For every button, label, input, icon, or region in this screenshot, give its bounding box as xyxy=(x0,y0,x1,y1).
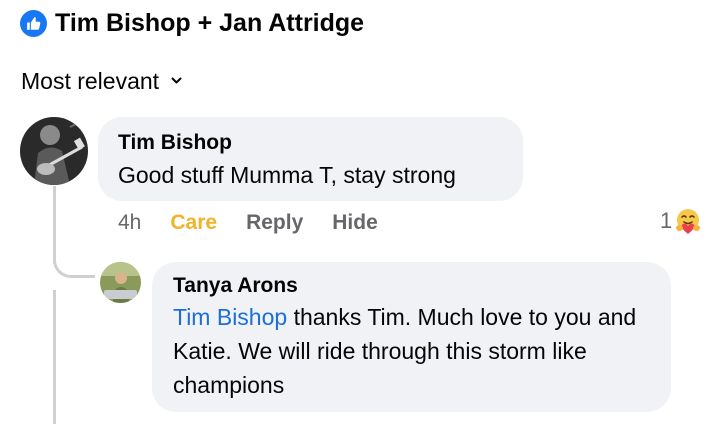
reply-bubble: Tanya Arons Tim Bishop thanks Tim. Much … xyxy=(152,262,671,412)
post-header: Tim Bishop + Jan Attridge xyxy=(20,8,364,38)
sort-label: Most relevant xyxy=(21,67,160,94)
reaction-button[interactable]: Care xyxy=(170,211,217,235)
hide-button[interactable]: Hide xyxy=(332,211,378,235)
comment-text: Tim Bishop thanks Tim. Much love to you … xyxy=(173,300,651,402)
reply-button[interactable]: Reply xyxy=(246,211,303,235)
avatar[interactable] xyxy=(100,262,141,303)
avatar[interactable] xyxy=(20,117,88,185)
sort-dropdown[interactable]: Most relevant xyxy=(21,66,182,96)
reactors-title[interactable]: Tim Bishop + Jan Attridge xyxy=(55,9,364,38)
mention-link[interactable]: Tim Bishop xyxy=(173,304,287,330)
comment-bubble: Tim Bishop Good stuff Mumma T, stay stro… xyxy=(98,117,523,201)
thread-connector xyxy=(53,248,95,278)
comment-author[interactable]: Tim Bishop xyxy=(118,131,503,155)
reaction-count: 1 xyxy=(660,208,673,233)
care-emoji-icon xyxy=(674,207,702,235)
reaction-summary[interactable]: 1 xyxy=(660,206,702,236)
comment-text: Good stuff Mumma T, stay strong xyxy=(118,162,456,188)
thread-line xyxy=(53,290,56,424)
comment-author[interactable]: Tanya Arons xyxy=(173,274,651,298)
comment-timestamp[interactable]: 4h xyxy=(118,211,141,235)
thumbs-up-icon xyxy=(20,9,47,37)
chevron-down-icon xyxy=(171,77,182,85)
comment-actions: 4h Care Reply Hide xyxy=(118,208,378,238)
